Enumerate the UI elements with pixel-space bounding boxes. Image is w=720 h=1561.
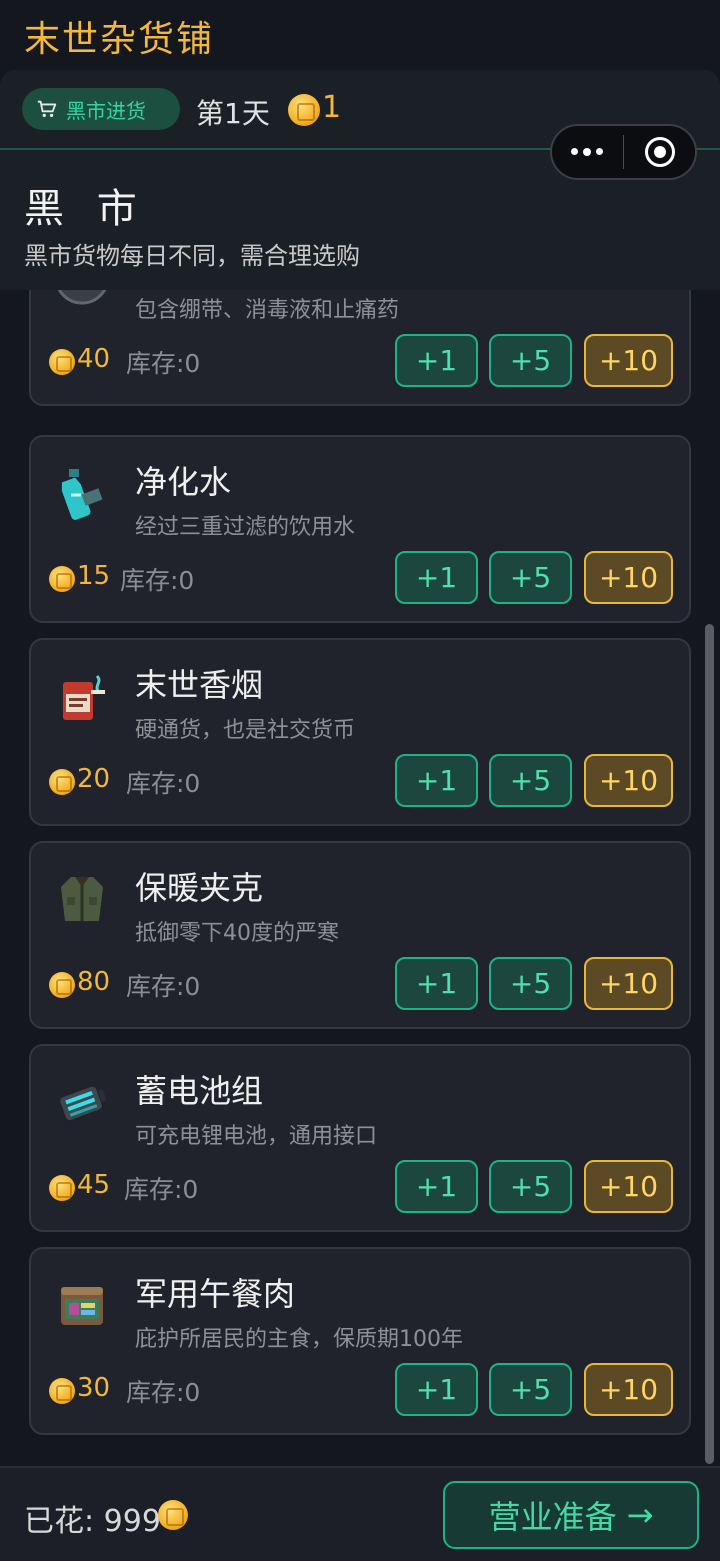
coin-icon	[158, 1500, 188, 1530]
item-price: 80	[77, 967, 111, 997]
add-5-button[interactable]: +5	[489, 1363, 572, 1416]
coin-icon	[49, 349, 75, 375]
arrow-right-icon: →	[626, 1496, 654, 1534]
item-list[interactable]: 包含绷带、消毒液和止痛药 40 库存:0 +1 +5 +10 净化水 经过三重过滤的饮用水 15…	[0, 290, 720, 1466]
item-price: 20	[77, 764, 111, 794]
prepare-business-button[interactable]: 营业准备 →	[443, 1481, 699, 1549]
coin-icon	[49, 972, 75, 998]
item-card: 包含绷带、消毒液和止痛药 40 库存:0 +1 +5 +10	[29, 290, 691, 406]
add-10-button[interactable]: +10	[584, 551, 673, 604]
item-stock: 库存:0	[126, 972, 201, 1001]
item-stock: 库存:0	[120, 566, 195, 595]
item-price: 30	[77, 1373, 111, 1403]
item-name: 保暖夹克	[135, 869, 264, 907]
add-10-button[interactable]: +10	[584, 1363, 673, 1416]
add-1-button[interactable]: +1	[395, 1363, 478, 1416]
item-description: 包含绷带、消毒液和止痛药	[135, 298, 400, 323]
item-name: 军用午餐肉	[135, 1275, 296, 1313]
add-5-button[interactable]: +5	[489, 551, 572, 604]
item-description: 硬通货，也是社交货币	[135, 718, 356, 743]
footer-bar: 已花: 999 营业准备 →	[0, 1466, 720, 1561]
spent-label: 已花: 999	[24, 1504, 161, 1539]
jacket-icon	[53, 871, 111, 929]
item-description: 可充电锂电池，通用接口	[135, 1124, 378, 1149]
item-stock: 库存:0	[126, 1378, 201, 1407]
mini-program-capsule	[550, 124, 697, 180]
item-price: 40	[77, 344, 111, 374]
item-card: 末世香烟硬通货，也是社交货币 20 库存:0 +1 +5 +10	[29, 638, 691, 826]
item-card: 军用午餐肉庇护所居民的主食，保质期100年 30 库存:0 +1 +5 +10	[29, 1247, 691, 1435]
section-subtitle: 黑市货物每日不同，需合理选购	[24, 242, 360, 270]
add-1-button[interactable]: +1	[395, 334, 478, 387]
item-card: 保暖夹克抵御零下40度的严寒 80 库存:0 +1 +5 +10	[29, 841, 691, 1029]
item-stock: 库存:0	[126, 769, 201, 798]
tab-black-market-purchase[interactable]: 黑市进货	[22, 88, 180, 130]
first-aid-kit-icon	[53, 290, 111, 306]
add-1-button[interactable]: +1	[395, 957, 478, 1010]
item-card: 净化水经过三重过滤的饮用水 15 库存:0 +1 +5 +10	[29, 435, 691, 623]
canned-meat-icon	[53, 1277, 111, 1335]
close-miniprogram-button[interactable]	[624, 137, 695, 167]
water-bottle-icon	[53, 465, 111, 523]
item-description: 庇护所居民的主食，保质期100年	[135, 1327, 463, 1352]
add-1-button[interactable]: +1	[395, 754, 478, 807]
more-menu-button[interactable]	[552, 148, 623, 156]
app-title: 末世杂货铺	[24, 19, 215, 60]
item-stock: 库存:0	[126, 349, 201, 378]
add-1-button[interactable]: +1	[395, 1160, 478, 1213]
scrollbar[interactable]	[705, 624, 714, 1464]
item-name: 蓄电池组	[135, 1072, 264, 1110]
target-icon	[644, 137, 675, 167]
add-10-button[interactable]: +10	[584, 334, 673, 387]
add-10-button[interactable]: +10	[584, 754, 673, 807]
item-name: 净化水	[135, 463, 232, 501]
day-label: 第1天	[196, 97, 270, 130]
coin-balance: 1	[322, 90, 342, 125]
coin-icon	[49, 1175, 75, 1201]
coin-icon	[49, 769, 75, 795]
shopping-cart-icon	[37, 100, 57, 118]
item-description: 抵御零下40度的严寒	[135, 921, 339, 946]
item-card: 蓄电池组可充电锂电池，通用接口 45 库存:0 +1 +5 +10	[29, 1044, 691, 1232]
item-name: 末世香烟	[135, 666, 264, 704]
add-5-button[interactable]: +5	[489, 754, 572, 807]
add-10-button[interactable]: +10	[584, 957, 673, 1010]
item-price: 15	[77, 561, 111, 591]
cigarette-pack-icon	[53, 668, 111, 726]
coin-icon	[49, 1378, 75, 1404]
prepare-business-label: 营业准备	[488, 1498, 617, 1536]
coin-icon	[288, 94, 320, 126]
battery-pack-icon	[53, 1074, 111, 1132]
item-description: 经过三重过滤的饮用水	[135, 515, 356, 540]
add-5-button[interactable]: +5	[489, 1160, 572, 1213]
add-1-button[interactable]: +1	[395, 551, 478, 604]
add-10-button[interactable]: +10	[584, 1160, 673, 1213]
coin-icon	[49, 566, 75, 592]
item-price: 45	[77, 1170, 111, 1200]
tab-label: 黑市进货	[66, 98, 146, 123]
add-5-button[interactable]: +5	[489, 334, 572, 387]
item-stock: 库存:0	[124, 1175, 199, 1204]
add-5-button[interactable]: +5	[489, 957, 572, 1010]
section-title: 黑 市	[24, 186, 147, 232]
